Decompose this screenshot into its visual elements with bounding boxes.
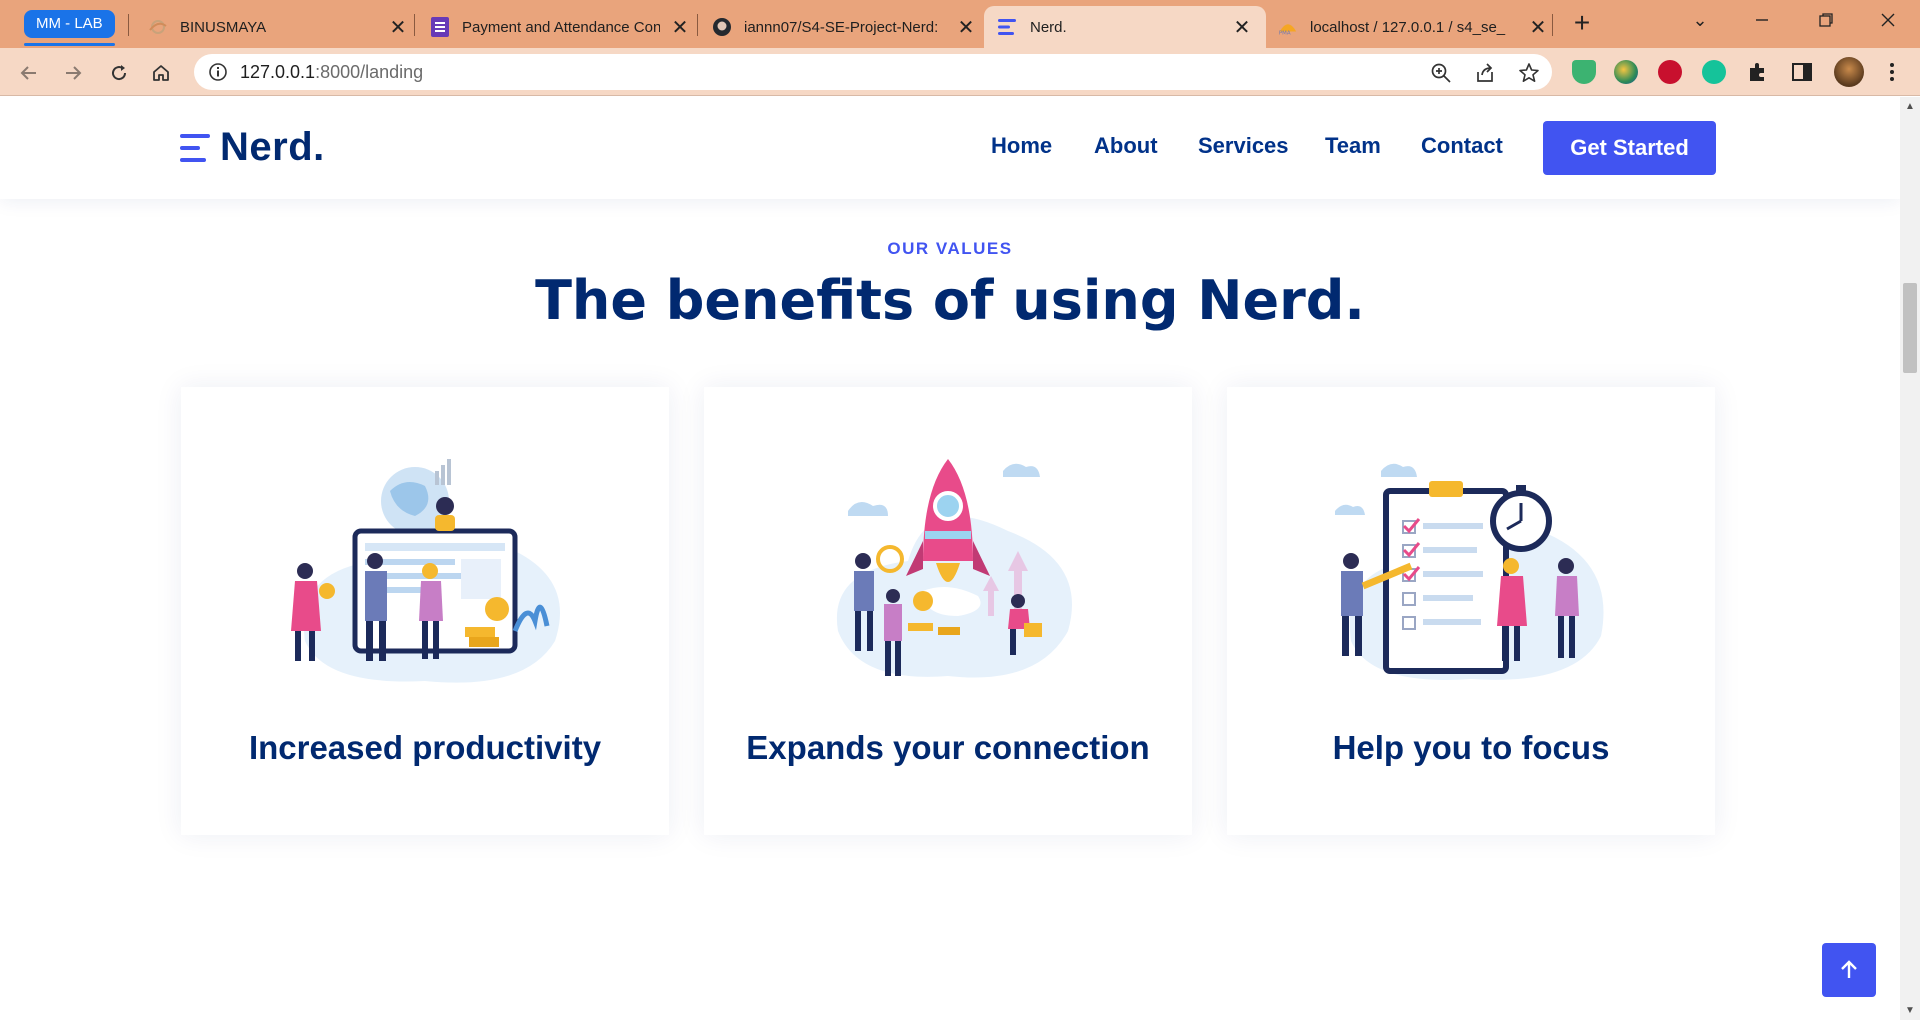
zoom-icon[interactable] [1430, 62, 1452, 84]
tab-title: localhost / 127.0.0.1 / s4_se_ [1310, 18, 1506, 36]
scrollbar-thumb[interactable] [1903, 283, 1917, 373]
card-title: Expands your connection [746, 729, 1150, 766]
tab-title: BINUSMAYA [180, 18, 267, 36]
minimize-icon[interactable] [1742, 8, 1782, 38]
globe-extension-icon[interactable] [1614, 60, 1638, 84]
page-viewport: Nerd. Home About Services Team Contact G… [0, 97, 1900, 1020]
grammarly-icon[interactable] [1702, 60, 1726, 84]
nav-team[interactable]: Team [1325, 133, 1381, 159]
back-to-top-button[interactable] [1822, 943, 1876, 997]
red-extension-icon[interactable] [1658, 60, 1682, 84]
card-title: Increased productivity [248, 729, 602, 766]
site-header: Nerd. Home About Services Team Contact G… [0, 97, 1900, 199]
close-icon[interactable]: ✕ [954, 15, 978, 39]
checklist-focus-illustration [1335, 463, 1604, 680]
back-icon[interactable] [14, 58, 44, 88]
restore-icon[interactable] [1806, 8, 1846, 38]
nav-about[interactable]: About [1094, 133, 1158, 159]
value-card-focus: Help you to focus [1227, 387, 1715, 835]
scroll-down-icon[interactable]: ▼ [1905, 1005, 1915, 1016]
scroll-up-icon[interactable]: ▲ [1905, 101, 1915, 112]
site-logo[interactable]: Nerd. [180, 125, 325, 170]
tab-title: iannn07/S4-SE-Project-Nerd: [744, 18, 939, 36]
tab-binusmaya[interactable]: BINUSMAYA ✕ [140, 6, 410, 48]
get-started-button[interactable]: Get Started [1543, 121, 1716, 175]
value-card-connection: Expands your connection [704, 387, 1192, 835]
share-icon[interactable] [1474, 62, 1496, 84]
section-heading: The benefits of using Nerd. [535, 269, 1365, 332]
github-icon [712, 17, 732, 37]
tab-nerd-active[interactable]: Nerd. ✕ [984, 6, 1266, 48]
section-eyebrow: OUR VALUES [887, 239, 1013, 258]
close-icon[interactable]: ✕ [1230, 15, 1254, 39]
tab-divider [414, 14, 415, 36]
tab-title: Nerd. [1030, 18, 1067, 36]
tab-divider [128, 14, 129, 36]
side-panel-icon[interactable] [1790, 60, 1814, 84]
team-productivity-illustration [291, 459, 560, 683]
close-icon[interactable]: ✕ [386, 15, 410, 39]
binusmaya-icon [148, 17, 168, 37]
rocket-launch-illustration [836, 459, 1072, 678]
nerd-logo-icon [180, 130, 210, 166]
tab-divider [697, 14, 698, 36]
forms-icon [430, 17, 450, 37]
reload-icon[interactable] [104, 58, 134, 88]
url-path: :8000/landing [315, 62, 424, 82]
tab-payment-attendance[interactable]: Payment and Attendance Con ✕ [426, 6, 692, 48]
bookmark-star-icon[interactable] [1518, 62, 1540, 84]
nav-contact[interactable]: Contact [1421, 133, 1503, 159]
nav-home[interactable]: Home [991, 133, 1052, 159]
new-tab-button[interactable]: + [1568, 9, 1596, 38]
menu-kebab-icon[interactable] [1880, 60, 1904, 84]
nav-services[interactable]: Services [1198, 133, 1289, 159]
tab-search-icon[interactable]: ⌄ [1680, 10, 1720, 40]
nerd-logo-icon [998, 17, 1018, 37]
close-window-icon[interactable] [1868, 8, 1908, 38]
tab-github[interactable]: iannn07/S4-SE-Project-Nerd: ✕ [712, 6, 978, 48]
site-info-icon[interactable] [208, 62, 228, 87]
forward-icon[interactable] [58, 58, 88, 88]
tab-divider [1552, 14, 1553, 36]
phpmyadmin-icon: PMA [1278, 17, 1298, 37]
tab-phpmyadmin[interactable]: PMA localhost / 127.0.0.1 / s4_se_ ✕ [1278, 6, 1550, 48]
address-bar[interactable]: 127.0.0.1:8000/landing [194, 54, 1552, 90]
card-title: Help you to focus [1332, 729, 1610, 766]
url-host: 127.0.0.1 [240, 62, 316, 82]
browser-tab-bar: MM - LAB BINUSMAYA ✕ Payment and Attenda… [0, 0, 1920, 48]
logo-text: Nerd. [220, 125, 325, 169]
extensions-puzzle-icon[interactable] [1746, 60, 1770, 84]
url-text: 127.0.0.1:8000/landing [240, 62, 423, 83]
close-icon[interactable]: ✕ [1526, 15, 1550, 39]
value-card-productivity: Increased productivity [181, 387, 669, 835]
home-icon[interactable] [146, 58, 176, 88]
page-scrollbar[interactable]: ▲ ▼ [1900, 97, 1920, 1020]
svg-text:PMA: PMA [1279, 30, 1291, 36]
profile-avatar[interactable] [1834, 57, 1864, 87]
arrow-up-icon [1841, 960, 1857, 978]
close-icon[interactable]: ✕ [668, 15, 692, 39]
shield-extension-icon[interactable] [1572, 60, 1596, 84]
tab-group-label[interactable]: MM - LAB [24, 10, 115, 46]
tab-title: Payment and Attendance Con [462, 18, 660, 36]
